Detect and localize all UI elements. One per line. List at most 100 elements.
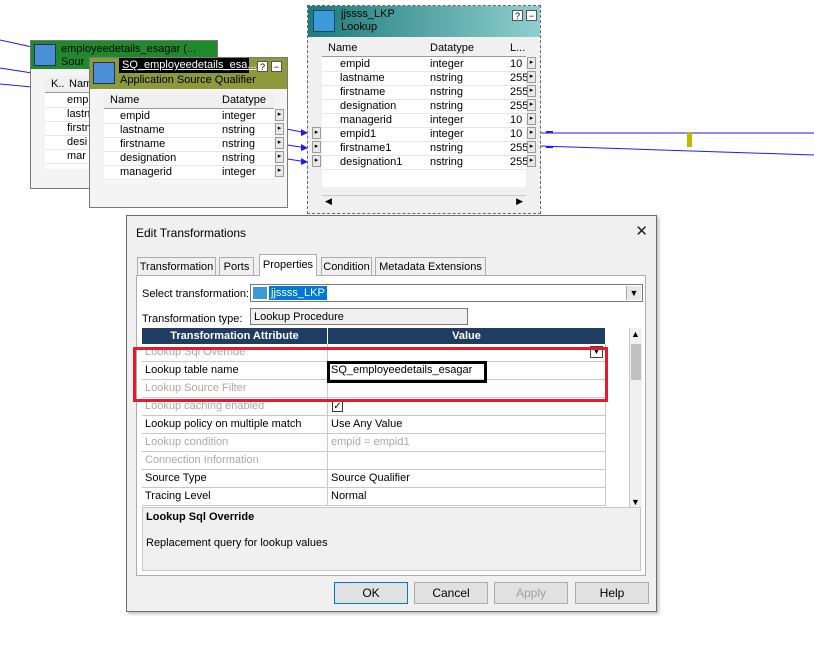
port-arrow-icon[interactable]: ▸: [312, 155, 321, 167]
port-arrow-icon[interactable]: ▸: [275, 165, 284, 177]
link-line: [0, 67, 33, 74]
source-box-title: employeedetails_esagar (...: [61, 43, 197, 55]
sq-box-subtitle: Application Source Qualifier: [120, 74, 256, 86]
lookup-column-header: Name Datatype L...: [322, 41, 526, 57]
minimize-icon[interactable]: −: [271, 61, 282, 72]
port-arrow-icon[interactable]: ▸: [275, 137, 284, 149]
datatype-column-header: Datatype: [430, 42, 475, 54]
source-table-icon: [34, 44, 56, 66]
table-row[interactable]: empid integer: [104, 109, 274, 124]
port-arrow-icon[interactable]: ▸: [275, 151, 284, 163]
sq-column-header: Name Datatype: [104, 92, 274, 109]
attribute-column-header: Transformation Attribute: [142, 328, 328, 344]
ok-button[interactable]: OK: [334, 582, 408, 604]
scroll-right-icon[interactable]: ▶: [516, 196, 523, 207]
apply-button[interactable]: Apply: [494, 582, 568, 604]
table-row[interactable]: empid1 integer 10: [322, 127, 526, 142]
value-column-header: Value: [328, 328, 606, 344]
port-arrow-icon[interactable]: ▸: [527, 57, 536, 69]
lookup-icon: [253, 287, 267, 299]
port-arrow-icon[interactable]: ▸: [527, 85, 536, 97]
table-row[interactable]: firstname nstring 255: [322, 85, 528, 100]
tab-transformation[interactable]: Transformation: [137, 257, 216, 275]
table-row[interactable]: designation nstring 255: [322, 99, 528, 114]
vertical-scrollbar[interactable]: ▲ ▼: [629, 328, 642, 508]
port-arrow-icon[interactable]: ▸: [527, 99, 536, 111]
table-row[interactable]: Connection Information: [142, 452, 606, 470]
help-button[interactable]: Help: [575, 582, 649, 604]
table-row[interactable]: managerid integer 10: [322, 113, 526, 128]
tab-condition[interactable]: Condition: [321, 257, 372, 275]
link-marker: [687, 132, 692, 147]
dialog-title: Edit Transformations: [136, 226, 247, 240]
port-arrow-icon[interactable]: ▸: [527, 141, 536, 153]
port-arrow-icon[interactable]: ▸: [312, 141, 321, 153]
help-icon[interactable]: ?: [257, 61, 268, 72]
source-qualifier-box[interactable]: SQ_employeedetails_esa... Application So…: [89, 57, 288, 208]
port-arrow-icon[interactable]: ▸: [527, 113, 536, 125]
scroll-thumb[interactable]: [631, 344, 641, 380]
source-box-subtitle: Sour: [61, 56, 85, 68]
port-arrow-icon[interactable]: ▸: [312, 127, 321, 139]
table-row[interactable]: Lookup condition empid = empid1: [142, 434, 606, 452]
table-row[interactable]: lastname nstring 255: [322, 71, 528, 86]
select-transformation-label: Select transformation:: [142, 288, 249, 300]
table-row[interactable]: Lookup policy on multiple match Use Any …: [142, 416, 606, 434]
close-icon[interactable]: ✕: [635, 222, 648, 240]
link-line: [539, 145, 814, 156]
table-row[interactable]: lastname nstring: [104, 123, 274, 138]
sq-box-title: SQ_employeedetails_esa...: [122, 59, 257, 71]
scroll-left-icon[interactable]: ◀: [325, 196, 332, 207]
length-column-header: L...: [510, 42, 526, 54]
port-arrow-icon[interactable]: ▸: [527, 71, 536, 83]
table-row[interactable]: designation nstring: [104, 151, 274, 166]
help-icon[interactable]: ?: [512, 10, 523, 21]
table-row[interactable]: firstname1 nstring 255: [322, 141, 528, 156]
lookup-icon: [313, 10, 335, 32]
chevron-down-icon[interactable]: ▼: [626, 286, 641, 300]
tab-ports[interactable]: Ports: [219, 257, 254, 275]
table-row[interactable]: Tracing Level Normal: [142, 488, 606, 506]
port-arrow-icon[interactable]: ▸: [275, 109, 284, 121]
minimize-icon[interactable]: −: [526, 10, 537, 21]
lookup-box-header[interactable]: jjssss_LKP Lookup ? −: [308, 6, 540, 37]
name-column-header: Name: [328, 42, 358, 54]
link-line: [0, 39, 33, 48]
lookup-ports-list: empid integer 10 lastname nstring 255 firstn…: [322, 57, 528, 187]
table-row[interactable]: Source Type Source Qualifier: [142, 470, 606, 488]
source-qualifier-icon: [93, 62, 115, 84]
table-row[interactable]: designation1 nstring 255: [322, 155, 528, 170]
tab-metadata-extensions[interactable]: Metadata Extensions: [375, 257, 486, 275]
table-row[interactable]: managerid integer: [104, 165, 274, 180]
scroll-up-icon[interactable]: ▲: [631, 329, 640, 339]
tab-properties[interactable]: Properties: [259, 254, 317, 276]
table-row[interactable]: firstname nstring: [104, 137, 274, 152]
link-line: [0, 83, 33, 88]
value-highlight-box: [327, 361, 487, 383]
sq-box-header[interactable]: SQ_employeedetails_esa... Application So…: [90, 58, 287, 89]
transformation-type-field: Lookup Procedure: [250, 308, 468, 325]
caching-checkbox[interactable]: ✓: [332, 401, 343, 412]
properties-panel: Select transformation: jjssss_LKP ▼ Tran…: [133, 275, 646, 576]
transformation-type-label: Transformation type:: [142, 313, 243, 325]
selected-transformation: jjssss_LKP: [269, 286, 327, 300]
sq-ports-list: empid integer lastname nstring firstname ns…: [104, 109, 274, 181]
port-arrow-icon[interactable]: ▸: [527, 127, 536, 139]
description-title: Lookup Sql Override: [146, 511, 255, 523]
table-row[interactable]: empid integer 10: [322, 57, 526, 72]
description-text: Replacement query for lookup values: [146, 537, 328, 549]
datatype-column-header: Datatype: [222, 94, 267, 106]
description-panel: Lookup Sql Override Replacement query fo…: [142, 507, 641, 571]
port-arrow-icon[interactable]: ▸: [275, 123, 284, 135]
select-transformation-dropdown[interactable]: jjssss_LKP ▼: [250, 284, 643, 302]
lookup-transformation-box[interactable]: jjssss_LKP Lookup ? − Name Datatype L...…: [307, 5, 541, 214]
port-arrow-icon[interactable]: ▸: [527, 155, 536, 167]
key-column-header: K..: [51, 78, 65, 90]
edit-transformations-dialog: Edit Transformations ✕ Transformation Po…: [126, 215, 657, 612]
scroll-down-icon[interactable]: ▼: [631, 497, 640, 507]
horizontal-scrollbar[interactable]: ◀ ▶: [322, 195, 526, 208]
lookup-box-title: jjssss_LKP: [341, 8, 395, 20]
cancel-button[interactable]: Cancel: [414, 582, 488, 604]
lookup-box-subtitle: Lookup: [341, 21, 378, 33]
name-column-header: Name: [110, 94, 140, 106]
